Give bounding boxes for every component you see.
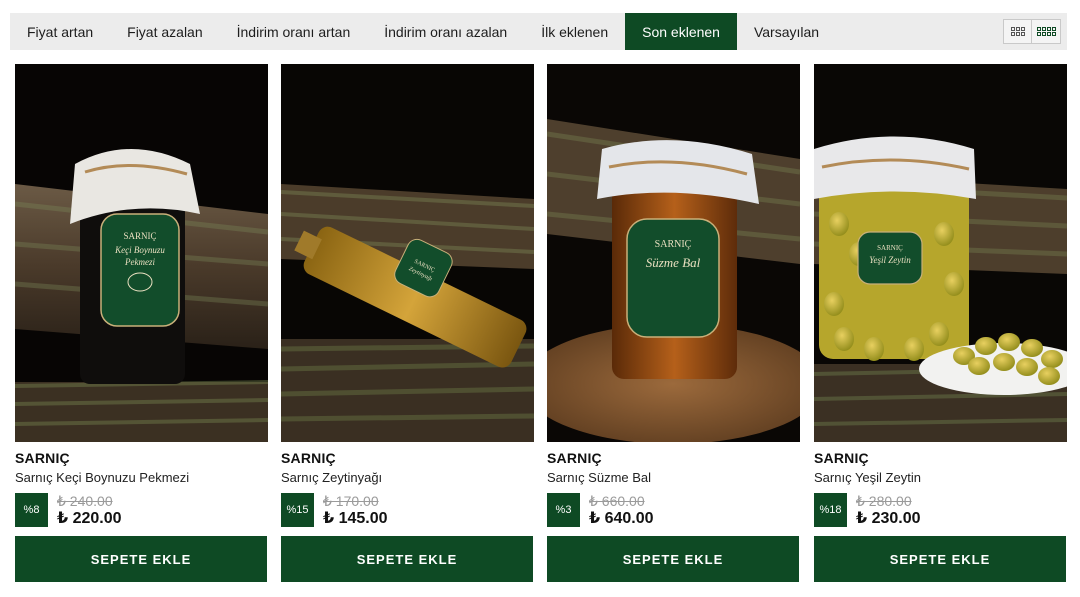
prices: ₺ 280.00 ₺ 230.00 [856, 493, 921, 528]
sort-default[interactable]: Varsayılan [737, 13, 836, 50]
sort-discount-desc[interactable]: İndirim oranı azalan [367, 13, 524, 50]
product-brand: SARNIÇ [547, 450, 602, 466]
new-price: ₺ 145.00 [323, 509, 388, 527]
new-price: ₺ 220.00 [57, 509, 122, 527]
product-grid: SARNIÇ Keçi Boynuzu Pekmezi SARNIÇ Sarnı… [15, 64, 1067, 584]
price-row: %3 ₺ 660.00 ₺ 640.00 [547, 493, 800, 527]
product-card[interactable]: SARNIÇ Keçi Boynuzu Pekmezi SARNIÇ Sarnı… [15, 64, 268, 582]
prices: ₺ 170.00 ₺ 145.00 [323, 493, 388, 528]
product-brand: SARNIÇ [15, 450, 70, 466]
product-name[interactable]: Sarnıç Yeşil Zeytin [814, 470, 1067, 487]
view-toggles [1003, 13, 1067, 50]
grid-3-view-button[interactable] [1003, 19, 1032, 44]
grid-4-icon [1036, 27, 1056, 36]
product-image[interactable]: SARNIÇ Zeytinyağı [281, 64, 534, 442]
old-price: ₺ 280.00 [856, 492, 912, 509]
sort-oldest[interactable]: İlk eklenen [524, 13, 625, 50]
grid-3-icon [1010, 27, 1025, 36]
label-line-text: Süzme Bal [646, 255, 701, 270]
sort-newest[interactable]: Son eklenen [625, 13, 737, 50]
add-to-cart-button[interactable]: SEPETE EKLE [281, 536, 533, 582]
price-row: %8 ₺ 240.00 ₺ 220.00 [15, 493, 268, 527]
discount-badge: %8 [15, 493, 48, 527]
old-price: ₺ 170.00 [323, 492, 379, 509]
prices: ₺ 240.00 ₺ 220.00 [57, 493, 122, 528]
add-to-cart-button[interactable]: SEPETE EKLE [15, 536, 267, 582]
old-price: ₺ 660.00 [589, 492, 645, 509]
product-image[interactable]: SARNIÇ Süzme Bal [547, 64, 800, 442]
new-price: ₺ 230.00 [856, 509, 921, 527]
sort-bar: Fiyat artan Fiyat azalan İndirim oranı a… [10, 13, 1067, 50]
discount-badge: %3 [547, 493, 580, 527]
new-price: ₺ 640.00 [589, 509, 654, 527]
label-line-text: Yeşil Zeytin [869, 255, 911, 265]
prices: ₺ 660.00 ₺ 640.00 [589, 493, 654, 528]
product-card[interactable]: SARNIÇ Zeytinyağı SARNIÇ Sarnıç Zeytinya… [281, 64, 534, 582]
add-to-cart-button[interactable]: SEPETE EKLE [547, 536, 799, 582]
label-brand-text: SARNIÇ [123, 231, 156, 241]
label-line-text: Pekmezi [124, 257, 155, 267]
label-line-text: Keçi Boynuzu [114, 245, 165, 255]
add-to-cart-button[interactable]: SEPETE EKLE [814, 536, 1066, 582]
product-card[interactable]: SARNIÇ Süzme Bal SARNIÇ Sarnıç Süzme Bal… [547, 64, 800, 582]
product-image[interactable]: SARNIÇ Yeşil Zeytin [814, 64, 1067, 442]
product-brand: SARNIÇ [814, 450, 869, 466]
product-name[interactable]: Sarnıç Keçi Boynuzu Pekmezi [15, 470, 268, 487]
product-brand: SARNIÇ [281, 450, 336, 466]
sort-price-desc[interactable]: Fiyat azalan [110, 13, 219, 50]
sort-price-asc[interactable]: Fiyat artan [10, 13, 110, 50]
grid-4-view-button[interactable] [1032, 19, 1061, 44]
price-row: %18 ₺ 280.00 ₺ 230.00 [814, 493, 1067, 527]
product-image[interactable]: SARNIÇ Keçi Boynuzu Pekmezi [15, 64, 268, 442]
label-brand-text: SARNIÇ [655, 239, 692, 250]
product-card[interactable]: SARNIÇ Yeşil Zeytin SARNIÇ Sarnıç Yeşil … [814, 64, 1067, 582]
product-name[interactable]: Sarnıç Süzme Bal [547, 470, 800, 487]
discount-badge: %18 [814, 493, 847, 527]
old-price: ₺ 240.00 [57, 492, 113, 509]
price-row: %15 ₺ 170.00 ₺ 145.00 [281, 493, 534, 527]
discount-badge: %15 [281, 493, 314, 527]
label-brand-text: SARNIÇ [877, 244, 903, 252]
product-name[interactable]: Sarnıç Zeytinyağı [281, 470, 534, 487]
sort-discount-asc[interactable]: İndirim oranı artan [220, 13, 368, 50]
